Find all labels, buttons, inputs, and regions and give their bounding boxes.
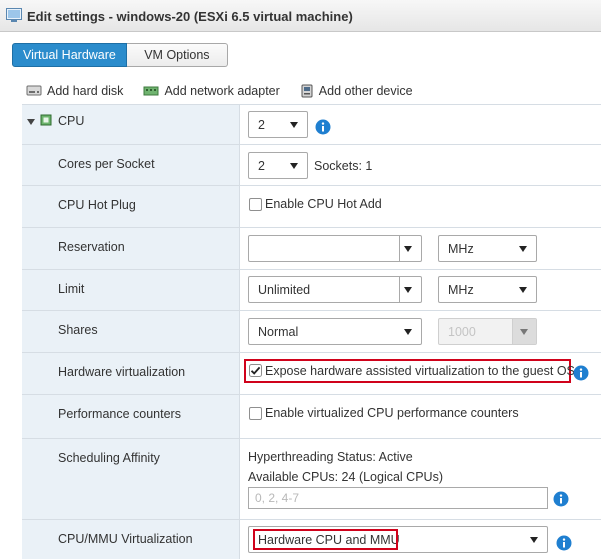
limit-unit-select[interactable]: MHz (438, 276, 537, 303)
other-device-icon (301, 84, 313, 98)
cpu-hot-plug-label: CPU Hot Plug (58, 198, 136, 212)
add-network-adapter-button[interactable]: Add network adapter (143, 84, 280, 98)
affinity-input-wrap (248, 487, 548, 509)
settings-tabs: Virtual Hardware VM Options (12, 43, 228, 67)
cores-per-socket-label: Cores per Socket (58, 157, 155, 171)
chevron-down-icon (530, 537, 538, 543)
hyperthreading-status: Hyperthreading Status: Active (248, 450, 413, 464)
hard-disk-icon (26, 85, 42, 96)
performance-counters-label: Performance counters (58, 407, 181, 421)
shares-label: Shares (58, 323, 98, 337)
affinity-input[interactable] (249, 488, 547, 508)
cores-per-socket-select[interactable]: 2 (248, 152, 308, 179)
hardware-virtualization-label: Hardware virtualization (58, 365, 186, 379)
expand-triangle-icon[interactable] (27, 118, 35, 126)
enable-cpu-hot-add-checkbox[interactable] (249, 198, 262, 211)
add-hard-disk-label: Add hard disk (47, 84, 124, 98)
mmu-virtualization-label: CPU/MMU Virtualization (58, 532, 193, 546)
cpu-label-cell: CPU (22, 105, 240, 144)
shares-select[interactable]: Normal (248, 318, 422, 345)
chevron-down-icon (290, 122, 298, 128)
reservation-input[interactable] (248, 235, 422, 262)
chevron-down-icon (404, 246, 412, 252)
network-adapter-icon (143, 86, 159, 96)
device-toolbar: Add hard disk Add network adapter Add ot… (26, 82, 433, 100)
shares-row: Shares Normal 1000 (22, 311, 601, 353)
cpu-label: CPU (58, 114, 85, 128)
add-network-adapter-label: Add network adapter (164, 84, 280, 98)
expose-virtualization-checkbox[interactable] (249, 364, 262, 377)
limit-input[interactable]: Unlimited (248, 276, 422, 303)
dialog-title-bar: Edit settings - windows-20 (ESXi 6.5 vir… (0, 0, 601, 32)
chevron-down-icon (404, 287, 412, 293)
cpu-hot-plug-row: CPU Hot Plug Enable CPU Hot Add (22, 186, 601, 228)
available-cpus: Available CPUs: 24 (Logical CPUs) (248, 470, 443, 484)
chevron-down-icon (290, 163, 298, 169)
highlight-box (253, 529, 398, 550)
cpu-count-select[interactable]: 2 (248, 111, 308, 138)
add-hard-disk-button[interactable]: Add hard disk (26, 84, 123, 98)
enable-perf-counters-checkbox[interactable] (249, 407, 262, 420)
cores-per-socket-row: Cores per Socket 2 Sockets: 1 (22, 145, 601, 186)
scheduling-affinity-row: Scheduling Affinity Hyperthreading Statu… (22, 439, 601, 520)
chevron-down-icon (404, 329, 412, 335)
shares-amount-input: 1000 (438, 318, 537, 345)
hardware-virtualization-info-icon[interactable] (573, 365, 589, 381)
add-other-device-label: Add other device (318, 84, 413, 98)
performance-counters-row: Performance counters Enable virtualized … (22, 395, 601, 439)
expose-virtualization-label: Expose hardware assisted virtualization … (265, 364, 575, 378)
virtual-hardware-grid: CPU 2 Cores per Socket 2 Sockets: 1 CPU … (22, 104, 601, 559)
hardware-virtualization-row: Hardware virtualization Expose hardware … (22, 353, 601, 395)
enable-perf-counters-label: Enable virtualized CPU performance count… (265, 406, 519, 420)
tab-vm-options[interactable]: VM Options (126, 43, 228, 67)
reservation-unit-select[interactable]: MHz (438, 235, 537, 262)
affinity-info-icon[interactable] (553, 491, 569, 507)
limit-row: Limit Unlimited MHz (22, 270, 601, 311)
mmu-info-icon[interactable] (556, 535, 572, 551)
limit-label: Limit (58, 282, 85, 296)
cpu-info-icon[interactable] (315, 119, 331, 135)
cpu-chip-icon (40, 114, 52, 126)
sockets-text: Sockets: 1 (314, 159, 373, 173)
reservation-label: Reservation (58, 240, 125, 254)
chevron-down-icon (520, 329, 528, 335)
enable-cpu-hot-add-label: Enable CPU Hot Add (265, 197, 382, 211)
cpu-row: CPU 2 (22, 105, 601, 145)
vm-settings-icon (6, 8, 22, 22)
mmu-virtualization-row: CPU/MMU Virtualization Hardware CPU and … (22, 520, 601, 559)
scheduling-affinity-label: Scheduling Affinity (58, 451, 160, 465)
dialog-title: Edit settings - windows-20 (ESXi 6.5 vir… (27, 9, 353, 24)
chevron-down-icon (519, 246, 527, 252)
add-other-device-button[interactable]: Add other device (300, 84, 413, 98)
tab-virtual-hardware[interactable]: Virtual Hardware (12, 43, 127, 67)
chevron-down-icon (519, 287, 527, 293)
reservation-row: Reservation MHz (22, 228, 601, 270)
